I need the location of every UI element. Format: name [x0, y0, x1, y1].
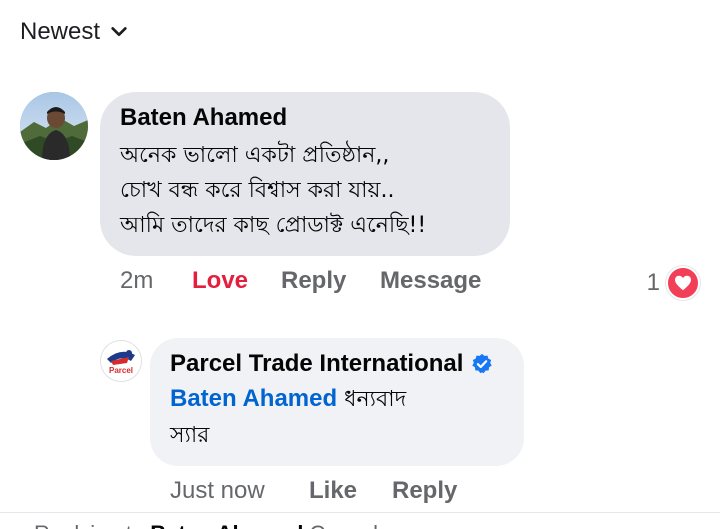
reply-actions: Just now Like Reply [170, 477, 457, 505]
logo-text: Parcel [108, 366, 134, 375]
sort-label: Newest [20, 18, 101, 45]
message-button[interactable]: Message [380, 267, 481, 295]
comment-author[interactable]: Baten Ahamed [120, 102, 490, 134]
comment-line-1: অনেক ভালো একটা প্রতিষ্ঠান,, [120, 143, 390, 168]
page-logo-avatar[interactable]: Parcel [100, 340, 142, 382]
replying-to-bar: Replying to Baten Ahamed Cancel [0, 512, 720, 529]
like-button[interactable]: Like [309, 477, 392, 505]
avatar-photo [20, 92, 88, 160]
love-action[interactable]: Love [192, 267, 281, 295]
chevron-down-icon [111, 27, 127, 37]
reply-timestamp[interactable]: Just now [170, 477, 309, 505]
verified-badge-icon [472, 353, 493, 374]
reply-text-line-2: স্যার [170, 423, 210, 448]
reply-bubble: Parcel Trade International Baten Ahamed … [150, 338, 524, 466]
reply-text-line-1: Baten Ahamed ধন্যবাদ [170, 382, 504, 417]
comment-line-3: আমি তাদের কাছ প্রোডাক্ট এনেছি!! [120, 213, 427, 238]
comment-bubble: Baten Ahamed অনেক ভালো একটা প্রতিষ্ঠান,,… [100, 92, 510, 256]
comment-line-2: চোখ বন্ধ করে বিশ্বাস করা যায়.. [120, 178, 395, 203]
parcel-logo-icon [101, 341, 141, 381]
comment-actions: 2m Love Reply Message [120, 267, 481, 295]
mention-link[interactable]: Baten Ahamed [170, 385, 337, 412]
reply-author-row: Parcel Trade International [170, 348, 504, 380]
reaction-summary[interactable]: 1 [647, 266, 700, 300]
reply-author[interactable]: Parcel Trade International [170, 348, 463, 380]
comment-timestamp[interactable]: 2m [120, 267, 192, 295]
commenter-avatar[interactable] [20, 92, 88, 160]
love-heart-icon [666, 266, 700, 300]
reply-text-inline: ধন্যবাদ [344, 387, 407, 412]
reply-reply-button[interactable]: Reply [392, 477, 457, 505]
reaction-count: 1 [646, 269, 660, 296]
sort-dropdown[interactable]: Newest [20, 18, 128, 46]
reply-button[interactable]: Reply [281, 267, 380, 295]
